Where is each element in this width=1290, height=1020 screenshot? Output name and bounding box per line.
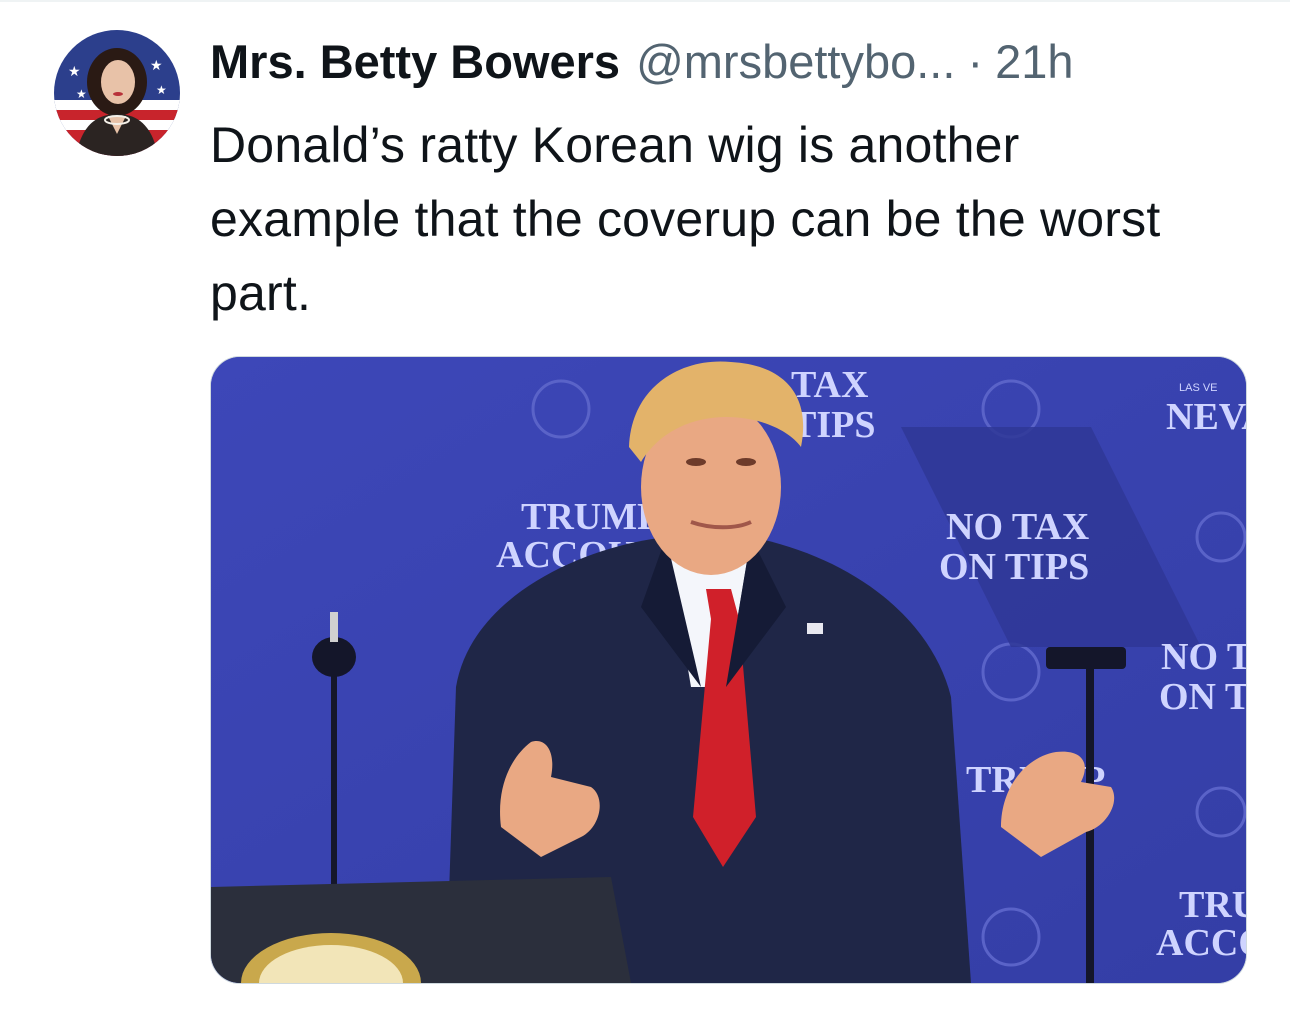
rally-photo: TAX TIPS TRUMP ACCOUNTS NO TAX ON TIPS N… (211, 357, 1246, 983)
svg-text:★: ★ (76, 87, 87, 101)
backdrop-sign-3b: ON TIPS (939, 546, 1089, 588)
backdrop-sign-5b: ON T (1159, 676, 1246, 718)
svg-text:★: ★ (68, 63, 81, 79)
author-handle[interactable]: @mrsbettybo... (636, 30, 955, 94)
tweet-media-image[interactable]: TAX TIPS TRUMP ACCOUNTS NO TAX ON TIPS N… (210, 356, 1247, 984)
backdrop-sign-3: NO TAX (946, 506, 1089, 548)
backdrop-sign-2: TRUMP (521, 496, 660, 538)
svg-text:★: ★ (150, 57, 163, 73)
tweet-timestamp[interactable]: 21h (995, 30, 1073, 94)
tweet-content: Mrs. Betty Bowers @mrsbettybo... · 21h D… (210, 30, 1250, 330)
backdrop-sign-1b: TIPS (791, 404, 875, 446)
backdrop-sign-1: TAX (791, 364, 868, 406)
backdrop-sign-5: NO T (1161, 636, 1246, 678)
backdrop-sign-7b: ACCOU (1156, 922, 1246, 964)
backdrop-sign-4: NEVA (1166, 396, 1246, 438)
author-display-name[interactable]: Mrs. Betty Bowers (210, 30, 620, 94)
separator-dot: · (967, 35, 984, 88)
tweet-text: Donald’s ratty Korean wig is another exa… (210, 117, 1161, 321)
backdrop-sign-7: TRU (1179, 884, 1246, 926)
svg-text:★: ★ (156, 83, 167, 97)
avatar-icon: ★ ★ ★ ★ (54, 30, 180, 156)
avatar[interactable]: ★ ★ ★ ★ (54, 30, 180, 156)
tweet-header: Mrs. Betty Bowers @mrsbettybo... · 21h (210, 30, 1250, 94)
backdrop-sign-8: LAS VE (1179, 382, 1218, 394)
tweet[interactable]: ★ ★ ★ ★ Mrs. Betty Bowers @mrsbettybo...… (0, 0, 1290, 1020)
